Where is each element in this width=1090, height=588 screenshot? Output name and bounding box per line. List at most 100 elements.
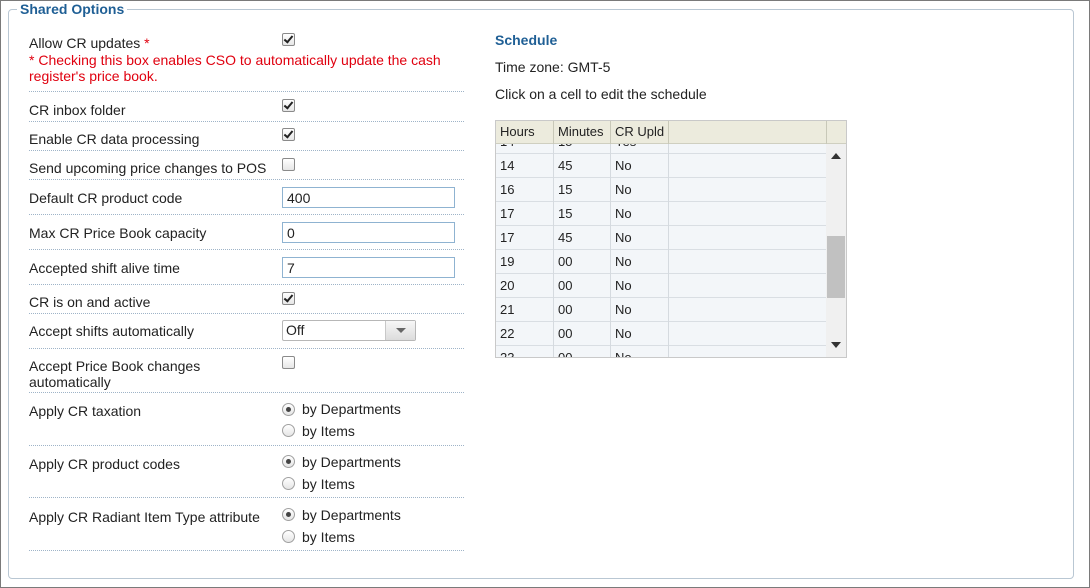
cell-hours[interactable]: 14 <box>496 154 554 178</box>
row-apply-cr-radiant-item-type: Apply CR Radiant Item Type attribute by … <box>29 498 464 551</box>
table-row[interactable]: 17 15 No <box>496 202 827 226</box>
apply-cr-radiant-item-type-by-departments-radio[interactable] <box>282 508 295 521</box>
apply-cr-radiant-item-type-opt1-label[interactable]: by Departments <box>302 507 401 523</box>
scroll-thumb[interactable] <box>827 236 845 298</box>
cell-filler <box>669 346 827 357</box>
cell-minutes[interactable]: 15 <box>554 144 611 154</box>
cell-minutes[interactable]: 00 <box>554 274 611 298</box>
table-row[interactable]: 17 45 No <box>496 226 827 250</box>
accept-price-book-changes-checkbox[interactable] <box>282 356 295 369</box>
section-title: Shared Options <box>17 1 128 17</box>
max-cr-price-book-capacity-input[interactable] <box>282 222 455 243</box>
cell-hours[interactable]: 14 <box>496 144 554 154</box>
cell-minutes[interactable]: 45 <box>554 226 611 250</box>
apply-cr-taxation-by-departments-radio[interactable] <box>282 403 295 416</box>
cell-filler <box>669 144 827 154</box>
schedule-grid-scrollbar[interactable] <box>826 144 846 357</box>
cell-filler <box>669 322 827 346</box>
apply-cr-product-codes-by-items-radio[interactable] <box>282 477 295 490</box>
accepted-shift-alive-time-label: Accepted shift alive time <box>29 260 180 276</box>
enable-cr-data-processing-label: Enable CR data processing <box>29 131 200 147</box>
cell-minutes[interactable]: 00 <box>554 250 611 274</box>
cell-hours[interactable]: 19 <box>496 250 554 274</box>
table-row[interactable]: 2300No <box>496 346 827 357</box>
apply-cr-product-codes-opt1-label[interactable]: by Departments <box>302 454 401 470</box>
column-header-minutes[interactable]: Minutes <box>554 121 611 144</box>
cr-on-and-active-checkbox[interactable] <box>282 292 295 305</box>
cell-cr-upld[interactable]: No <box>611 154 669 178</box>
row-accept-price-book-changes: Accept Price Book changes automatically <box>29 349 464 393</box>
cell-filler <box>669 202 827 226</box>
table-row[interactable]: 20 00 No <box>496 274 827 298</box>
table-row[interactable]: 19 00 No <box>496 250 827 274</box>
schedule-hint: Click on a cell to edit the schedule <box>495 86 707 102</box>
apply-cr-radiant-item-type-opt2-label[interactable]: by Items <box>302 529 355 545</box>
enable-cr-data-processing-checkbox[interactable] <box>282 128 295 141</box>
row-cr-inbox-folder: CR inbox folder <box>29 92 464 122</box>
cell-minutes[interactable]: 00 <box>554 298 611 322</box>
apply-cr-radiant-item-type-by-items-radio[interactable] <box>282 530 295 543</box>
cell-hours[interactable]: 21 <box>496 298 554 322</box>
cell-hours[interactable]: 23 <box>496 346 554 357</box>
accepted-shift-alive-time-input[interactable] <box>282 257 455 278</box>
column-header-hours[interactable]: Hours <box>496 121 554 144</box>
apply-cr-product-codes-label: Apply CR product codes <box>29 456 180 472</box>
cell-cr-upld[interactable]: No <box>611 298 669 322</box>
apply-cr-taxation-opt1-label[interactable]: by Departments <box>302 401 401 417</box>
cr-on-and-active-label: CR is on and active <box>29 294 151 310</box>
apply-cr-taxation-label: Apply CR taxation <box>29 403 142 419</box>
cell-minutes[interactable]: 45 <box>554 154 611 178</box>
schedule-grid-header: Hours Minutes CR Upld <box>496 121 846 144</box>
cell-filler <box>669 154 827 178</box>
table-row[interactable]: 16 15 No <box>496 178 827 202</box>
table-row[interactable]: 21 00 No <box>496 298 827 322</box>
row-allow-cr-updates: Allow CR updates * * Checking this box e… <box>29 30 464 92</box>
table-row[interactable]: 1415Yes <box>496 144 827 154</box>
column-header-cr-upld[interactable]: CR Upld <box>611 121 669 144</box>
cell-minutes[interactable]: 00 <box>554 322 611 346</box>
cell-hours[interactable]: 17 <box>496 226 554 250</box>
check-icon <box>283 99 294 110</box>
send-upcoming-price-changes-checkbox[interactable] <box>282 158 295 171</box>
apply-cr-taxation-opt2-label[interactable]: by Items <box>302 423 355 439</box>
row-cr-on-and-active: CR is on and active <box>29 285 464 314</box>
cell-hours[interactable]: 16 <box>496 178 554 202</box>
table-row[interactable]: 14 45 No <box>496 154 827 178</box>
cell-minutes[interactable]: 00 <box>554 346 611 357</box>
apply-cr-taxation-by-items-radio[interactable] <box>282 424 295 437</box>
allow-cr-updates-checkbox[interactable] <box>282 33 295 46</box>
apply-cr-product-codes-by-departments-radio[interactable] <box>282 455 295 468</box>
cell-filler <box>669 178 827 202</box>
cell-cr-upld[interactable]: No <box>611 322 669 346</box>
chevron-down-icon <box>396 328 406 333</box>
cr-inbox-folder-checkbox[interactable] <box>282 99 295 112</box>
scroll-down-icon[interactable] <box>831 342 841 348</box>
cell-filler <box>669 226 827 250</box>
cell-minutes[interactable]: 15 <box>554 202 611 226</box>
cell-cr-upld[interactable]: No <box>611 274 669 298</box>
default-cr-product-code-input[interactable] <box>282 187 455 208</box>
cell-cr-upld[interactable]: No <box>611 202 669 226</box>
cell-cr-upld[interactable]: No <box>611 226 669 250</box>
allow-cr-updates-note: * Checking this box enables CSO to autom… <box>29 52 441 84</box>
cell-hours[interactable]: 22 <box>496 322 554 346</box>
cell-hours[interactable]: 17 <box>496 202 554 226</box>
cell-cr-upld[interactable]: No <box>611 250 669 274</box>
dropdown-button[interactable] <box>385 321 415 340</box>
cell-cr-upld[interactable]: Yes <box>611 144 669 154</box>
default-cr-product-code-label: Default CR product code <box>29 190 183 206</box>
required-mark: * <box>144 35 150 51</box>
cell-hours[interactable]: 20 <box>496 274 554 298</box>
apply-cr-product-codes-opt2-label[interactable]: by Items <box>302 476 355 492</box>
schedule-grid: Hours Minutes CR Upld 1415Yes1445No1615N… <box>495 120 847 358</box>
cell-cr-upld[interactable]: No <box>611 178 669 202</box>
accept-shifts-automatically-select[interactable]: Off <box>282 320 416 341</box>
row-accept-shifts-automatically: Accept shifts automatically Off <box>29 314 464 349</box>
cell-cr-upld[interactable]: No <box>611 346 669 357</box>
send-upcoming-price-changes-label: Send upcoming price changes to POS <box>29 160 267 176</box>
timezone-text: Time zone: GMT-5 <box>495 59 611 75</box>
table-row[interactable]: 22 00 No <box>496 322 827 346</box>
row-max-cr-price-book-capacity: Max CR Price Book capacity <box>29 215 464 250</box>
scroll-up-icon[interactable] <box>831 153 841 159</box>
cell-minutes[interactable]: 15 <box>554 178 611 202</box>
